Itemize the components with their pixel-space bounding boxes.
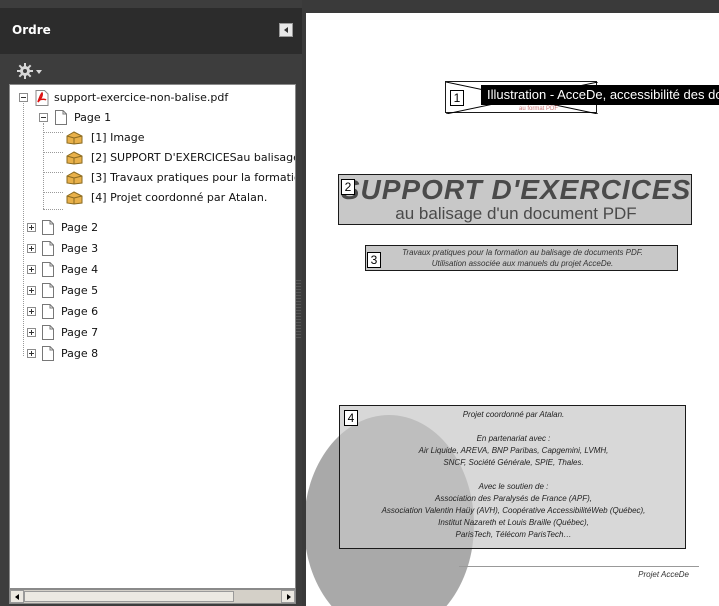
tree-row-file[interactable]: support-exercice-non-balise.pdf [10, 88, 295, 108]
tree-row-tag[interactable]: [2] SUPPORT D'EXERCICESau balisage d'u [10, 148, 295, 168]
document-subtitle: au balisage d'un document PDF [395, 204, 637, 223]
panel-header: Ordre [0, 8, 302, 54]
options-menu-button[interactable] [16, 62, 44, 80]
expand-toggle[interactable] [27, 244, 36, 253]
expand-toggle[interactable] [27, 328, 36, 337]
tag-icon [66, 131, 83, 145]
tree-row-page[interactable]: Page 3 [10, 239, 295, 259]
document-title: SUPPORT D'EXERCICES [340, 174, 692, 205]
panel-title: Ordre [12, 23, 51, 37]
tag-tree: support-exercice-non-balise.pdf Page 1 [… [9, 84, 296, 589]
pdf-file-icon [35, 90, 49, 106]
tag-number: 2 [341, 179, 355, 195]
page-icon [42, 262, 54, 277]
page-footer: Projet AcceDe [638, 570, 689, 579]
page-icon [42, 304, 54, 319]
credits-line: Projet coordonné par Atalan. [462, 410, 565, 419]
tag-icon [66, 151, 83, 165]
credits-line: Association Valentin Haüy (AVH), Coopéra… [381, 506, 646, 515]
credits-line: ParisTech, Télécom ParisTech… [455, 530, 572, 539]
page-icon [42, 220, 54, 235]
scrollbar-thumb[interactable] [24, 591, 234, 602]
page-label: Page 5 [61, 284, 99, 297]
tree-row-tag[interactable]: [4] Projet coordonné par Atalan. [10, 188, 295, 208]
document-page: AcceDe 1 au format PDF Illustration - Ac… [306, 13, 719, 606]
tree-row-tag[interactable]: [1] Image [10, 128, 295, 148]
scroll-right-button[interactable] [281, 590, 295, 603]
expand-toggle[interactable] [27, 223, 36, 232]
page-label: Page 7 [61, 326, 99, 339]
credits-line: Association des Paralysés de France (APF… [435, 494, 592, 503]
expand-toggle[interactable] [27, 307, 36, 316]
tag-box-credits[interactable]: Projet coordonné par Atalan. En partenar… [339, 405, 686, 549]
page-label: Page 6 [61, 305, 99, 318]
intro-line-1: Travaux pratiques pour la formation au b… [402, 248, 643, 257]
credits-line: Institut Nazareth et Louis Braille (Québ… [438, 518, 589, 527]
tag-icon [66, 191, 83, 205]
tag-label: [2] SUPPORT D'EXERCICESau balisage d'u [91, 151, 296, 164]
file-name: support-exercice-non-balise.pdf [54, 91, 229, 104]
panel-resize-handle[interactable] [296, 280, 301, 340]
alt-text-tooltip: Illustration - AcceDe, accessibilité des… [481, 85, 719, 105]
page-icon [42, 346, 54, 361]
tag-box-title[interactable]: SUPPORT D'EXERCICES au balisage d'un doc… [338, 174, 692, 225]
tag-label: [4] Projet coordonné par Atalan. [91, 191, 268, 204]
tree-row-page[interactable]: Page 4 [10, 260, 295, 280]
tag-icon [66, 171, 83, 185]
tree-row-page-1[interactable]: Page 1 [10, 108, 295, 128]
tag-box-intro[interactable]: Travaux pratiques pour la formation au b… [365, 245, 678, 271]
collapse-toggle[interactable] [39, 113, 48, 122]
tree-row-page[interactable]: Page 8 [10, 344, 295, 364]
tree-row-tag[interactable]: [3] Travaux pratiques pour la formation [10, 168, 295, 188]
page-label: Page 2 [61, 221, 99, 234]
page-icon [42, 241, 54, 256]
expand-toggle[interactable] [27, 265, 36, 274]
tag-number: 1 [450, 90, 464, 106]
footer-divider [459, 566, 699, 567]
scroll-left-button[interactable] [10, 590, 24, 603]
credits-line: En partenariat avec : [476, 434, 551, 443]
horizontal-scrollbar[interactable] [9, 589, 296, 604]
gear-icon [17, 63, 33, 79]
intro-line-2: Utilisation associée aux manuels du proj… [431, 259, 614, 268]
page-icon [42, 283, 54, 298]
tag-label: [3] Travaux pratiques pour la formation [91, 171, 296, 184]
tree-row-page[interactable]: Page 5 [10, 281, 295, 301]
page-icon [55, 110, 67, 125]
tree-row-page[interactable]: Page 6 [10, 302, 295, 322]
page-label: Page 3 [61, 242, 99, 255]
credits-line: Air Liquide, AREVA, BNP Paribas, Capgemi… [418, 446, 609, 455]
page-label: Page 8 [61, 347, 99, 360]
order-panel: Ordre support-exercice-non-balise.pdf Pa… [0, 0, 302, 606]
tree-row-page[interactable]: Page 7 [10, 323, 295, 343]
collapse-panel-button[interactable] [279, 23, 293, 37]
credits-line: Avec le soutien de : [478, 482, 549, 491]
chevron-down-icon [36, 70, 42, 74]
page-label: Page 4 [61, 263, 99, 276]
page-icon [42, 325, 54, 340]
options-bar [0, 57, 302, 84]
page-label: Page 1 [74, 111, 112, 124]
expand-toggle[interactable] [27, 286, 36, 295]
credits-line: SNCF, Société Générale, SPIE, Thales. [443, 458, 584, 467]
tag-number: 3 [367, 252, 381, 268]
tag-number: 4 [344, 410, 358, 426]
expand-toggle[interactable] [27, 349, 36, 358]
collapse-toggle[interactable] [19, 93, 28, 102]
tree-connector [43, 209, 63, 210]
logo-subtitle: au format PDF [519, 106, 559, 112]
tag-label: [1] Image [91, 131, 145, 144]
tree-row-page[interactable]: Page 2 [10, 218, 295, 238]
